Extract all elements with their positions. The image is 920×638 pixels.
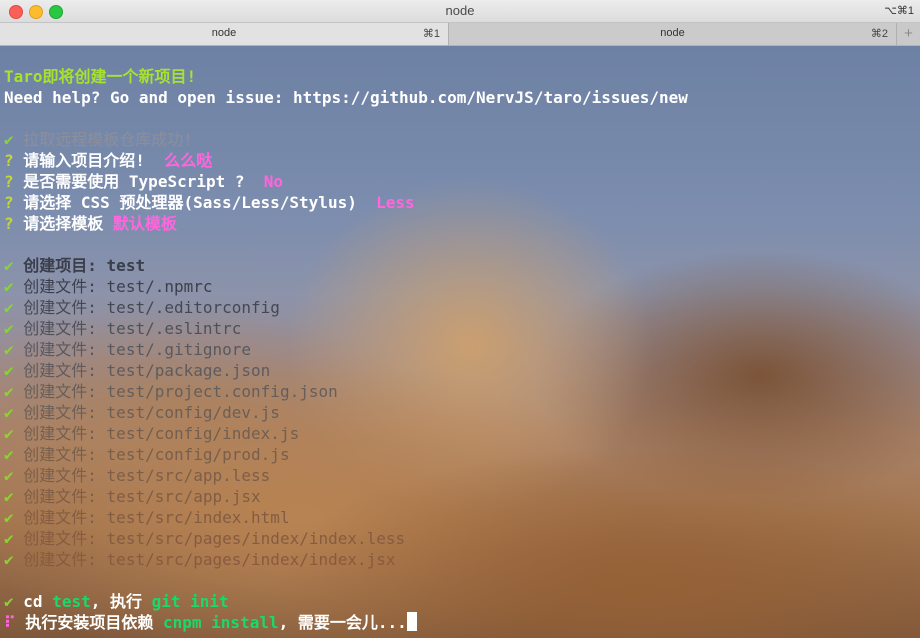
- created-file-line: ✔ 创建文件: test/package.json: [4, 360, 688, 381]
- created-file-text: 创建文件: test/src/pages/index/index.less: [23, 529, 406, 548]
- created-file-text: 创建文件: test/package.json: [23, 361, 271, 380]
- created-file-line: ✔ 创建文件: test/.gitignore: [4, 339, 688, 360]
- check-icon: ✔: [4, 361, 14, 380]
- question-icon: ?: [4, 214, 14, 233]
- created-file-text: 创建文件: test/config/dev.js: [23, 403, 280, 422]
- created-file-line: ✔ 创建文件: test/.eslintrc: [4, 318, 688, 339]
- prompt-text: 请选择 CSS 预处理器(Sass/Less/Stylus): [23, 193, 367, 212]
- created-file-text: 创建文件: test/.eslintrc: [23, 319, 242, 338]
- created-text: 创建项目: test: [23, 256, 146, 275]
- prompt-text: 是否需要使用 TypeScript ?: [23, 172, 255, 191]
- tab-shortcut: ⌘2: [870, 28, 888, 40]
- prompt-answer: 么么哒: [164, 151, 213, 170]
- tab-shortcut: ⌘1: [422, 28, 440, 40]
- check-icon: ✔: [4, 550, 14, 569]
- created-file-text: 创建文件: test/.editorconfig: [23, 298, 280, 317]
- prompt-answer: 默认模板: [112, 214, 177, 233]
- tab-node-1[interactable]: node ⌘1: [0, 23, 449, 45]
- spinner-icon: ⠏: [4, 613, 16, 632]
- created-file-text: 创建文件: test/project.config.json: [23, 382, 338, 401]
- question-icon: ?: [4, 193, 14, 212]
- new-tab-button[interactable]: +: [897, 23, 920, 45]
- question-icon: ?: [4, 172, 14, 191]
- check-icon: ✔: [4, 382, 14, 401]
- intro-line: Taro即将创建一个新项目!: [4, 67, 197, 86]
- step-text: 拉取远程模板仓库成功!: [23, 130, 193, 149]
- created-file-text: 创建文件: test/config/index.js: [23, 424, 300, 443]
- created-file-line: ✔ 创建文件: test/config/index.js: [4, 423, 688, 444]
- created-file-line: ✔ 创建文件: test/src/pages/index/index.less: [4, 528, 688, 549]
- check-icon: ✔: [4, 298, 14, 317]
- created-file-line: ✔ 创建文件: test/src/app.less: [4, 465, 688, 486]
- created-file-text: 创建文件: test/src/pages/index/index.jsx: [23, 550, 396, 569]
- window-shortcut: ⌥⌘1: [884, 5, 914, 17]
- prompt-line: ? 是否需要使用 TypeScript ? No: [4, 171, 688, 192]
- prompt-text: 请输入项目介绍!: [23, 151, 155, 170]
- tab-label: node: [211, 27, 237, 39]
- install-prefix: 执行安装项目依赖: [25, 613, 163, 632]
- created-file-text: 创建文件: test/src/app.less: [23, 466, 271, 485]
- window-title: node: [445, 3, 475, 18]
- check-icon: ✔: [4, 445, 14, 464]
- check-icon: ✔: [4, 466, 14, 485]
- created-file-text: 创建文件: test/src/app.jsx: [23, 487, 261, 506]
- created-file-line: ✔ 创建文件: test/.editorconfig: [4, 297, 688, 318]
- cd-prefix: cd: [23, 592, 53, 611]
- created-file-list: ✔ 创建文件: test/.npmrc ✔ 创建文件: test/.editorc…: [4, 276, 688, 570]
- title-bar: node ⌥⌘1: [0, 0, 920, 23]
- tab-bar: node ⌘1 node ⌘2: [0, 23, 920, 46]
- check-icon: ✔: [4, 256, 14, 275]
- prompt-text: 请选择模板: [23, 214, 113, 233]
- created-file-line: ✔ 创建文件: test/src/pages/index/index.jsx: [4, 549, 688, 570]
- terminal-lines: Taro即将创建一个新项目! Need help? Go and open is…: [4, 66, 688, 633]
- install-line: ⠏ 执行安装项目依赖 cnpm install, 需要一会儿...: [4, 612, 688, 633]
- terminal-window: node ⌥⌘1 node ⌘1 node ⌘2 + Taro即将创建一个新项目…: [0, 0, 920, 638]
- check-icon: ✔: [4, 403, 14, 422]
- cd-mid: , 执行: [90, 592, 152, 611]
- step-line: ✔ 拉取远程模板仓库成功!: [4, 129, 688, 150]
- install-command: cnpm install: [163, 613, 279, 632]
- created-file-line: ✔ 创建文件: test/src/app.jsx: [4, 486, 688, 507]
- cd-dir: test: [52, 592, 91, 611]
- created-file-line: ✔ 创建文件: test/project.config.json: [4, 381, 688, 402]
- created-project-line: ✔ 创建项目: test: [4, 255, 688, 276]
- question-icon: ?: [4, 151, 14, 170]
- terminal-cursor: [406, 612, 417, 631]
- check-icon: ✔: [4, 319, 14, 338]
- created-file-line: ✔ 创建文件: test/.npmrc: [4, 276, 688, 297]
- check-icon: ✔: [4, 130, 14, 149]
- cd-command: git init: [151, 592, 229, 611]
- prompt-answer: Less: [376, 193, 415, 212]
- created-file-text: 创建文件: test/.gitignore: [23, 340, 252, 359]
- cd-line: ✔ cd test, 执行 git init: [4, 591, 688, 612]
- created-file-line: ✔ 创建文件: test/src/index.html: [4, 507, 688, 528]
- check-icon: ✔: [4, 424, 14, 443]
- created-file-text: 创建文件: test/.npmrc: [23, 277, 213, 296]
- help-line: Need help? Go and open issue: https://gi…: [4, 88, 688, 107]
- tab-label: node: [660, 27, 685, 39]
- terminal-output[interactable]: Taro即将创建一个新项目! Need help? Go and open is…: [0, 46, 920, 638]
- prompt-answer: No: [263, 172, 284, 191]
- check-icon: ✔: [4, 592, 14, 611]
- prompt-line: ? 请选择模板 默认模板: [4, 213, 688, 234]
- created-file-text: 创建文件: test/config/prod.js: [23, 445, 290, 464]
- created-file-text: 创建文件: test/src/index.html: [23, 508, 290, 527]
- created-file-line: ✔ 创建文件: test/config/prod.js: [4, 444, 688, 465]
- tab-node-2[interactable]: node ⌘2: [449, 23, 897, 45]
- install-suffix: , 需要一会儿...: [278, 613, 407, 632]
- created-file-line: ✔ 创建文件: test/config/dev.js: [4, 402, 688, 423]
- check-icon: ✔: [4, 508, 14, 527]
- check-icon: ✔: [4, 487, 14, 506]
- prompt-line: ? 请输入项目介绍! 么么哒: [4, 150, 688, 171]
- check-icon: ✔: [4, 529, 14, 548]
- prompt-line: ? 请选择 CSS 预处理器(Sass/Less/Stylus) Less: [4, 192, 688, 213]
- check-icon: ✔: [4, 340, 14, 359]
- check-icon: ✔: [4, 277, 14, 296]
